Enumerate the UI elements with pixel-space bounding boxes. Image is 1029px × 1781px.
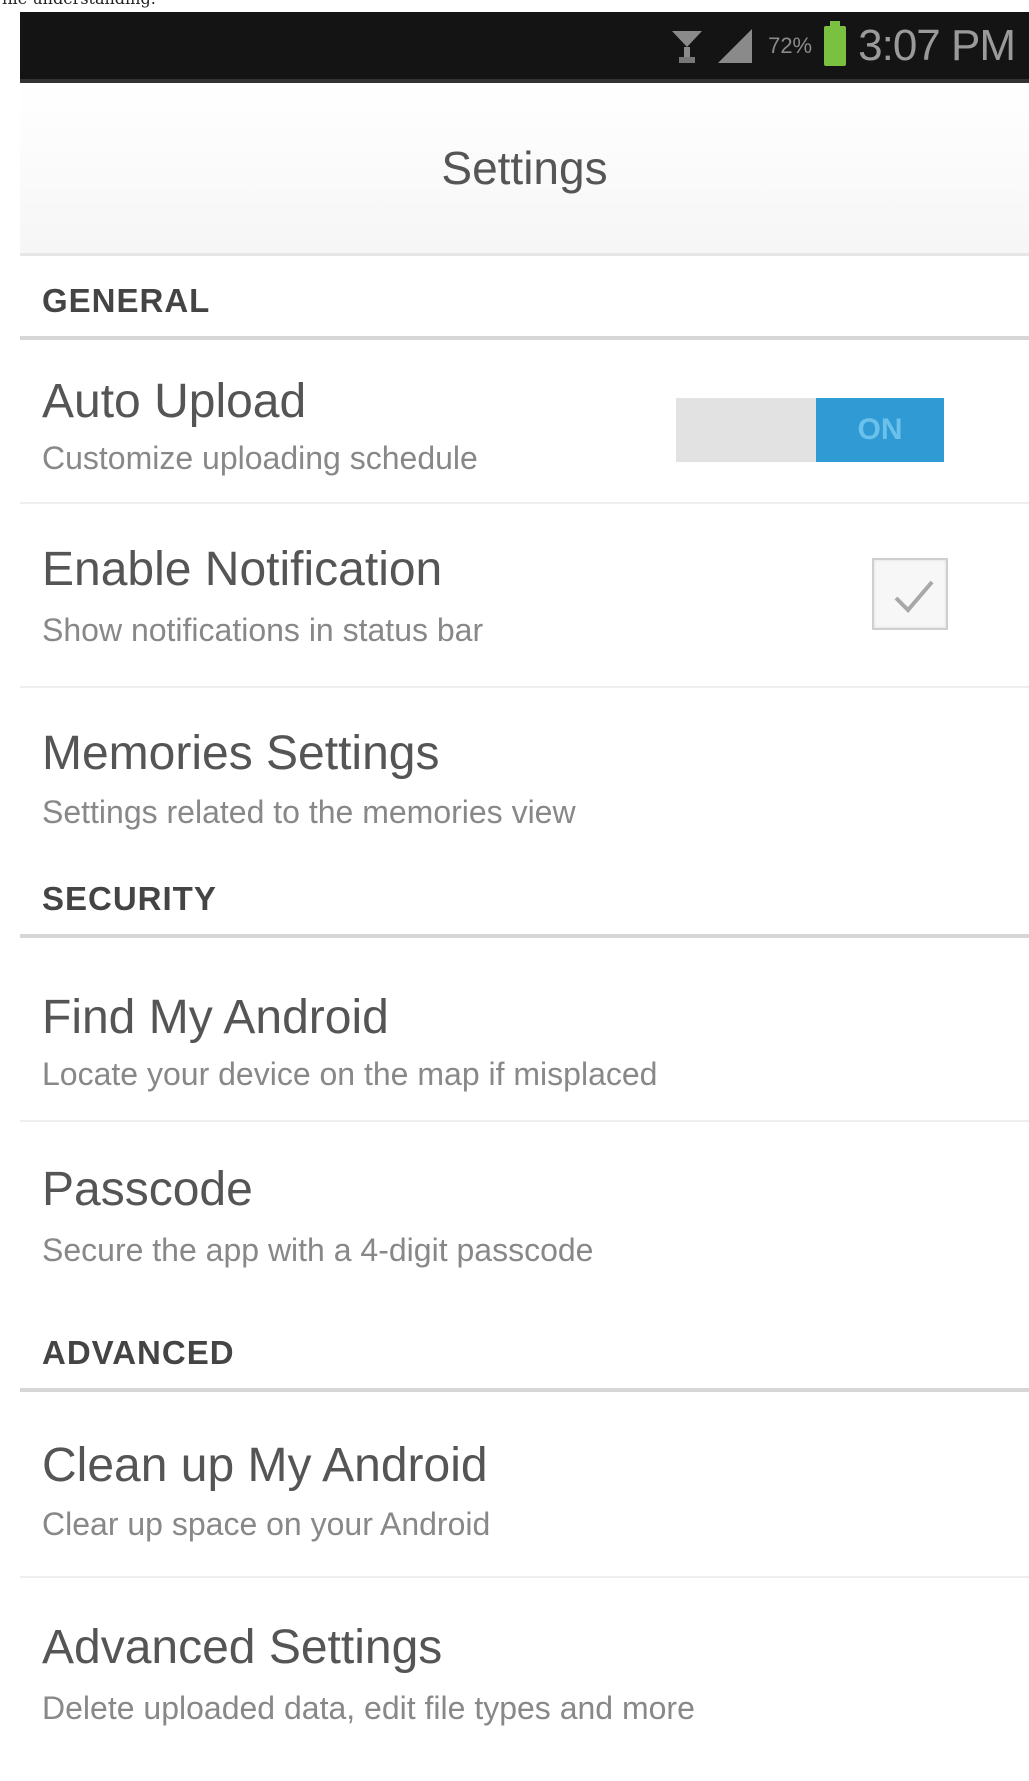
page-title: Settings <box>441 142 608 194</box>
setting-subtitle: Show notifications in status bar <box>42 612 484 648</box>
checkmark-icon <box>894 580 934 613</box>
action-bar: Settings <box>20 83 1029 256</box>
battery-percent: 72% <box>768 32 813 58</box>
setting-title: Find My Android <box>42 991 389 1044</box>
setting-subtitle: Settings related to the memories view <box>42 794 576 830</box>
phone-screen: 72% 3:07 PM Settings GENERAL Auto Upload… <box>20 12 1029 1781</box>
toggle-on-label: ON <box>816 398 944 462</box>
wifi-icon <box>672 30 703 63</box>
notification-checkbox[interactable] <box>872 558 948 630</box>
battery-icon <box>824 20 847 66</box>
setting-advanced[interactable]: Advanced Settings Delete uploaded data, … <box>20 1578 1029 1781</box>
status-bar: 72% 3:07 PM <box>20 12 1029 83</box>
setting-title: Auto Upload <box>42 375 307 428</box>
section-label: SECURITY <box>42 880 217 917</box>
setting-enable-notification[interactable]: Enable Notification Show notifications i… <box>20 504 1029 688</box>
setting-subtitle: Locate your device on the map if misplac… <box>42 1056 658 1092</box>
signal-icon <box>718 28 753 63</box>
setting-subtitle: Delete uploaded data, edit file types an… <box>42 1690 695 1726</box>
auto-upload-toggle[interactable]: ON <box>676 398 944 462</box>
setting-subtitle: Customize uploading schedule <box>42 440 478 476</box>
setting-auto-upload[interactable]: Auto Upload Customize uploading schedule… <box>20 340 1029 504</box>
setting-subtitle: Secure the app with a 4-digit passcode <box>42 1232 594 1268</box>
setting-memories[interactable]: Memories Settings Settings related to th… <box>20 688 1029 850</box>
setting-title: Memories Settings <box>42 727 440 780</box>
setting-clean-up[interactable]: Clean up My Android Clear up space on yo… <box>20 1392 1029 1578</box>
section-label: GENERAL <box>42 282 211 319</box>
section-header-advanced: ADVANCED <box>20 1302 1029 1392</box>
section-header-general: GENERAL <box>20 256 1029 340</box>
setting-title: Clean up My Android <box>42 1439 488 1492</box>
status-time: 3:07 PM <box>858 20 1016 70</box>
setting-passcode[interactable]: Passcode Secure the app with a 4-digit p… <box>20 1122 1029 1296</box>
setting-title: Passcode <box>42 1163 253 1216</box>
setting-subtitle: Clear up space on your Android <box>42 1506 491 1542</box>
setting-title: Enable Notification <box>42 543 443 596</box>
setting-find-my-android[interactable]: Find My Android Locate your device on th… <box>20 938 1029 1122</box>
section-header-security: SECURITY <box>20 850 1029 938</box>
section-label: ADVANCED <box>42 1334 235 1371</box>
caption-text: file understanding. <box>0 0 1029 12</box>
setting-title: Advanced Settings <box>42 1621 443 1674</box>
